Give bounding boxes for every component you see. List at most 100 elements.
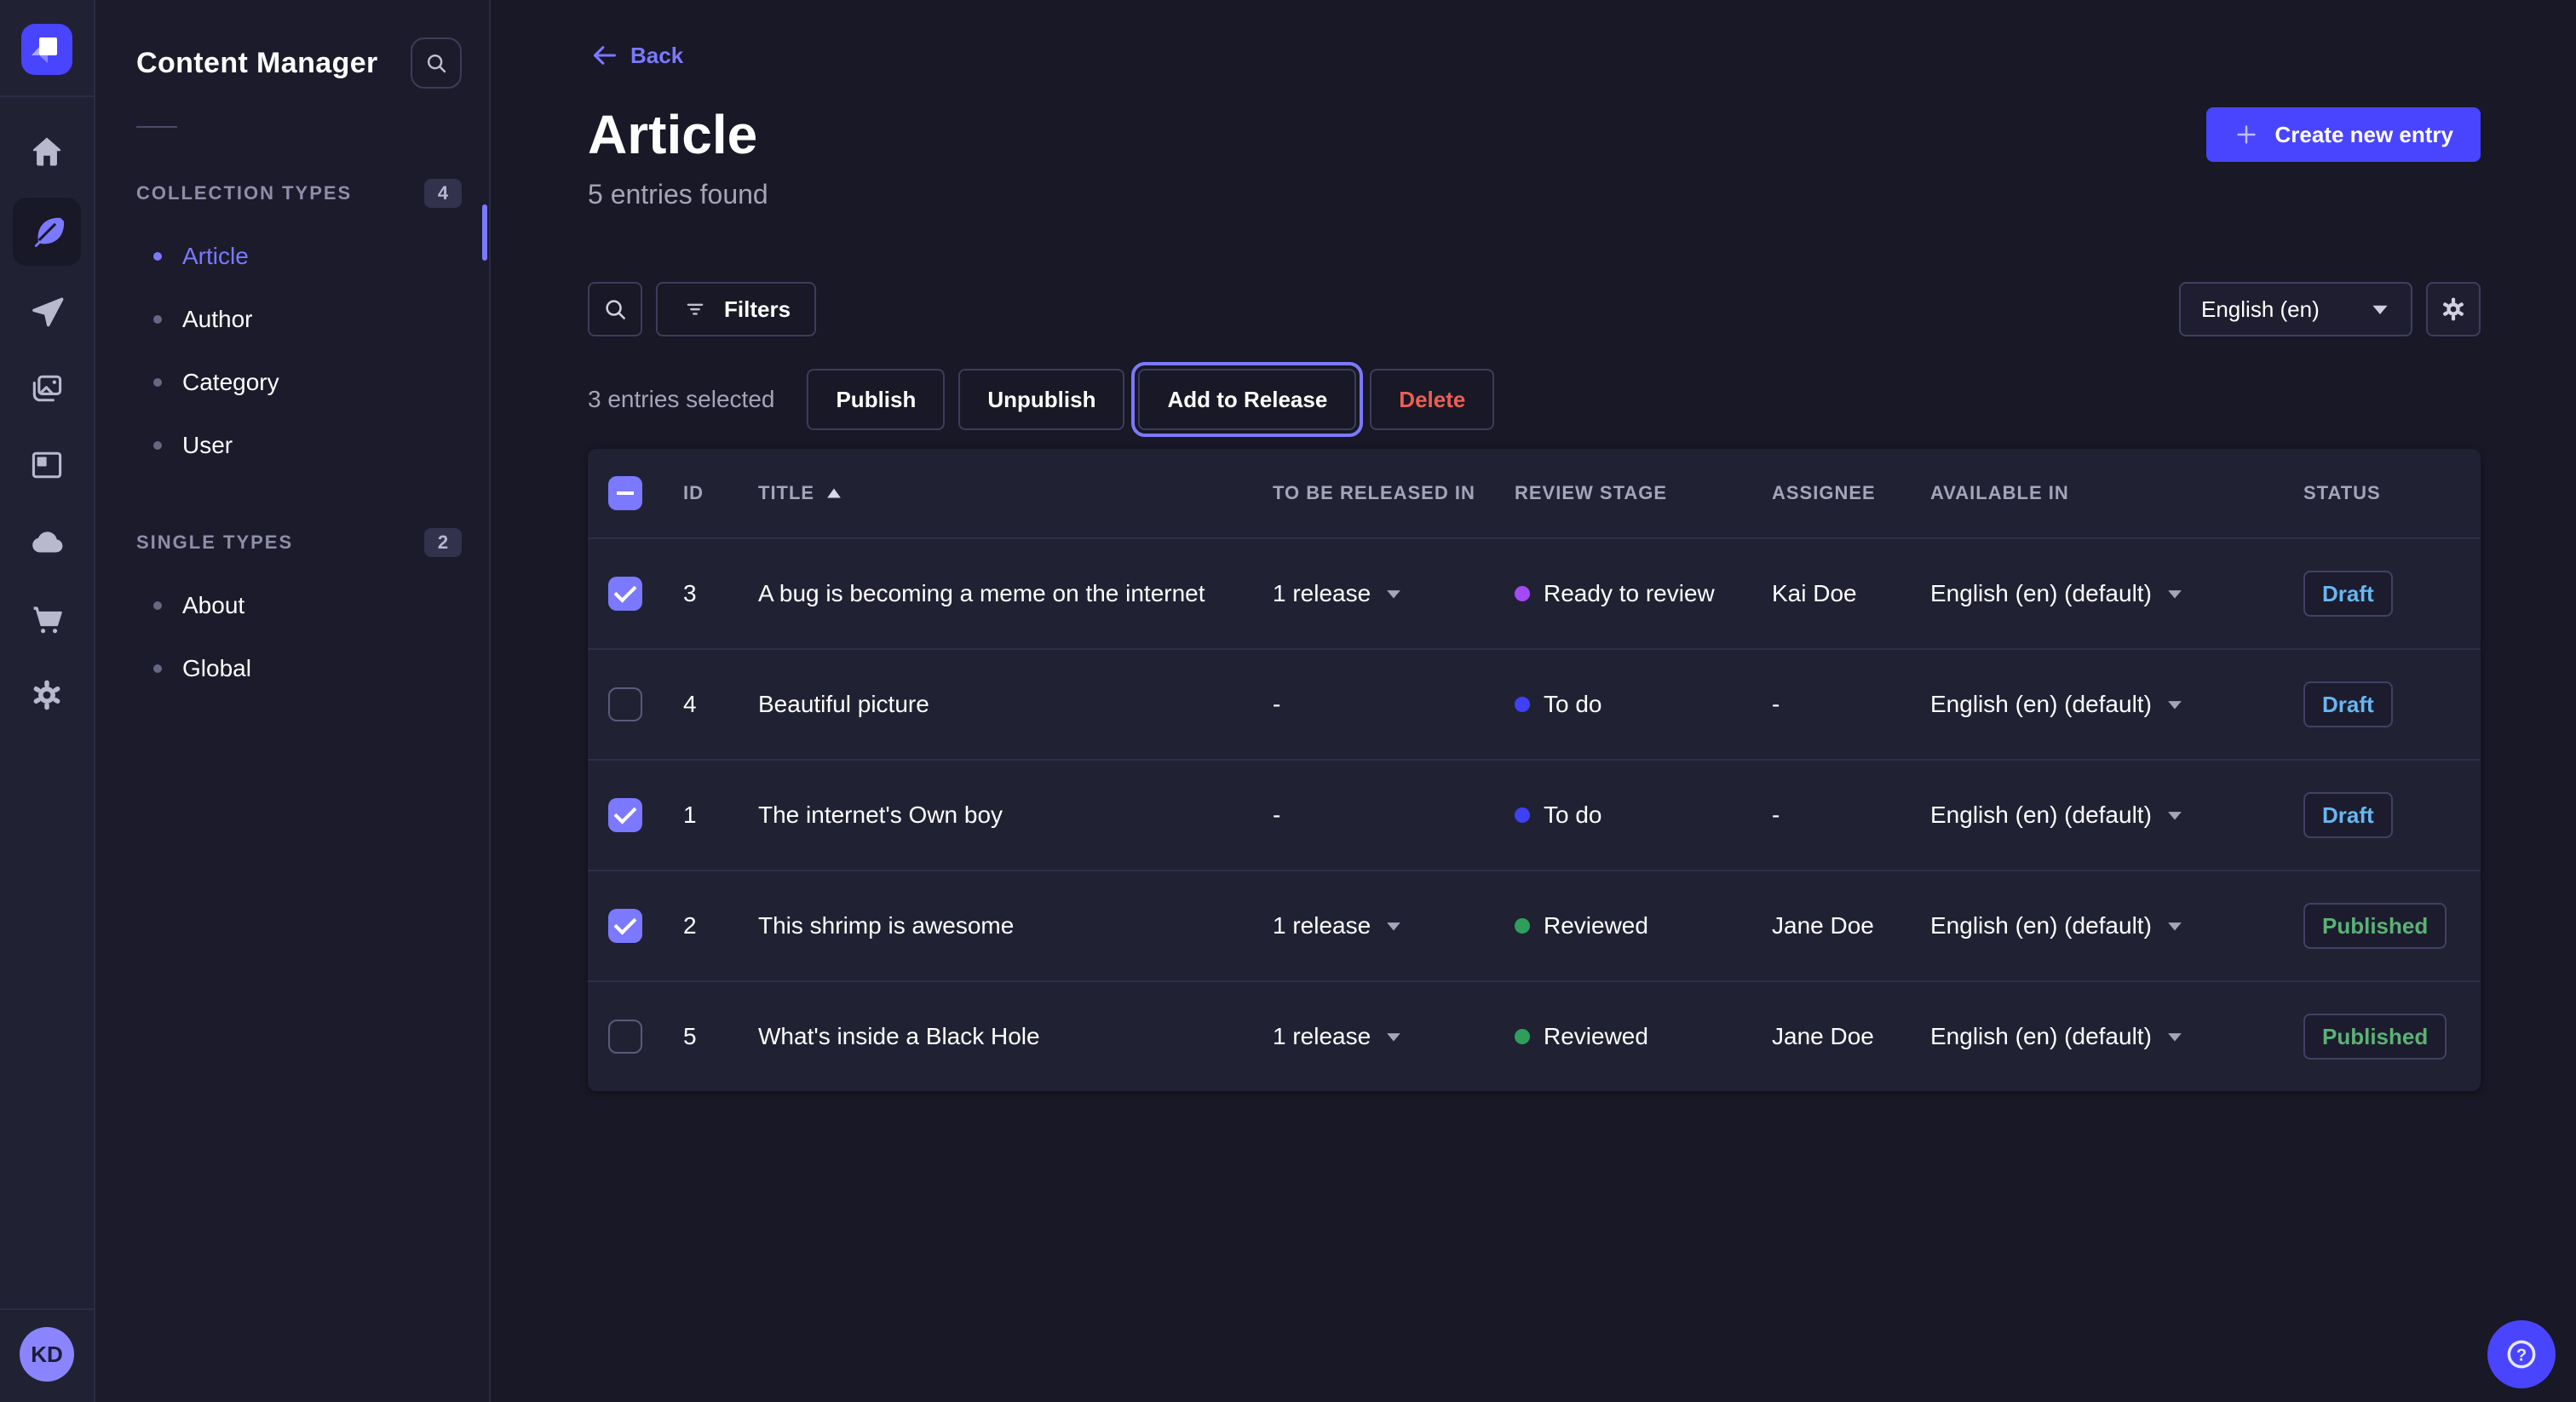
row-checkbox[interactable]	[608, 909, 642, 943]
status-badge: Published	[2303, 1014, 2447, 1060]
selection-count: 3 entries selected	[588, 386, 774, 413]
cell-review-stage: To do	[1515, 802, 1772, 829]
column-header-assignee: ASSIGNEE	[1772, 482, 1930, 504]
subnav-item[interactable]: Author	[136, 288, 462, 351]
back-link[interactable]: Back	[588, 41, 683, 70]
plus-icon	[2234, 122, 2259, 147]
cell-available-in[interactable]: English (en) (default)	[1930, 912, 2303, 939]
stage-dot	[1515, 1029, 1530, 1044]
subnav-divider	[136, 126, 177, 128]
content-manager-feather-icon[interactable]	[13, 198, 81, 266]
table-header-row: ID TITLE TO BE RELEASED IN REVIEW STAGE …	[588, 449, 2481, 537]
table-row[interactable]: 3 A bug is becoming a meme on the intern…	[588, 537, 2481, 648]
chevron-down-icon	[2370, 301, 2390, 318]
search-icon[interactable]	[588, 282, 642, 336]
cell-available-in[interactable]: English (en) (default)	[1930, 580, 2303, 607]
cell-id: 4	[683, 691, 758, 718]
cell-to-be-released-in[interactable]: 1 release	[1273, 912, 1515, 939]
status-badge: Draft	[2303, 681, 2393, 727]
chevron-down-icon	[2165, 697, 2184, 712]
cell-assignee: Kai Doe	[1772, 580, 1930, 607]
cell-to-be-released-in[interactable]: -	[1273, 802, 1515, 829]
status-badge: Draft	[2303, 792, 2393, 838]
cell-id: 2	[683, 912, 758, 939]
column-header-title[interactable]: TITLE	[758, 482, 1273, 504]
cell-available-in[interactable]: English (en) (default)	[1930, 691, 2303, 718]
cell-review-stage: Ready to review	[1515, 580, 1772, 607]
select-all-checkbox[interactable]	[608, 476, 642, 510]
cell-to-be-released-in[interactable]: 1 release	[1273, 580, 1515, 607]
subnav-item[interactable]: Article	[136, 225, 462, 288]
chevron-down-icon	[1384, 586, 1403, 601]
subnav-item[interactable]: Global	[136, 637, 462, 700]
media-library-icon[interactable]	[16, 358, 78, 419]
page-title: Article	[588, 104, 757, 165]
marketplace-cart-icon[interactable]	[16, 588, 78, 649]
svg-text:?: ?	[2516, 1346, 2527, 1365]
unpublish-button[interactable]: Unpublish	[958, 369, 1124, 430]
section-count-badge: 4	[424, 179, 462, 208]
cell-available-in[interactable]: English (en) (default)	[1930, 1023, 2303, 1050]
strapi-logo[interactable]	[21, 24, 72, 75]
row-checkbox[interactable]	[608, 798, 642, 832]
chevron-down-icon	[2165, 586, 2184, 601]
subnav-item[interactable]: Category	[136, 351, 462, 414]
row-checkbox[interactable]	[608, 687, 642, 721]
help-button[interactable]: ?	[2487, 1320, 2556, 1388]
settings-gear-icon[interactable]	[16, 664, 78, 726]
home-icon[interactable]	[16, 121, 78, 182]
releases-paper-plane-icon[interactable]	[16, 281, 78, 342]
publish-button[interactable]: Publish	[807, 369, 945, 430]
bullet-icon	[153, 441, 162, 450]
rail-divider	[0, 1308, 94, 1310]
search-icon[interactable]	[411, 37, 462, 89]
subnav-section: COLLECTION TYPES 4 Article Author Catego…	[136, 179, 462, 477]
main-content: Back Article Create new entry 5 entries …	[491, 0, 2576, 1402]
cell-to-be-released-in[interactable]: -	[1273, 691, 1515, 718]
column-header-status: STATUS	[2303, 482, 2453, 504]
bullet-icon	[153, 315, 162, 324]
cell-available-in[interactable]: English (en) (default)	[1930, 802, 2303, 829]
bullet-icon	[153, 601, 162, 610]
column-header-id[interactable]: ID	[683, 482, 758, 504]
cell-title: This shrimp is awesome	[758, 912, 1273, 939]
row-checkbox[interactable]	[608, 1020, 642, 1054]
chevron-down-icon	[1384, 1029, 1403, 1044]
filters-button[interactable]: Filters	[656, 282, 816, 336]
chevron-down-icon	[2165, 918, 2184, 934]
main-nav-rail: KD	[0, 0, 95, 1402]
table-row[interactable]: 2 This shrimp is awesome 1 release Revie…	[588, 870, 2481, 980]
cloud-icon[interactable]	[16, 511, 78, 572]
view-settings-gear-icon[interactable]	[2426, 282, 2481, 336]
subnav-sections: COLLECTION TYPES 4 Article Author Catego…	[136, 179, 462, 700]
subnav-scrollbar-thumb[interactable]	[482, 204, 487, 261]
cell-id: 3	[683, 580, 758, 607]
create-new-entry-button[interactable]: Create new entry	[2206, 107, 2481, 162]
table-row[interactable]: 4 Beautiful picture - To do - English (e…	[588, 648, 2481, 759]
column-header-available-in: AVAILABLE IN	[1930, 482, 2303, 504]
stage-dot	[1515, 586, 1530, 601]
subnav-item[interactable]: About	[136, 574, 462, 637]
add-to-release-button[interactable]: Add to Release	[1138, 369, 1356, 430]
column-header-released-in: TO BE RELEASED IN	[1273, 482, 1515, 504]
cell-assignee: -	[1772, 691, 1930, 718]
column-header-review-stage: REVIEW STAGE	[1515, 482, 1772, 504]
subnav-title: Content Manager	[136, 47, 378, 80]
cell-review-stage: Reviewed	[1515, 1023, 1772, 1050]
cell-to-be-released-in[interactable]: 1 release	[1273, 1023, 1515, 1050]
chevron-down-icon	[1384, 918, 1403, 934]
delete-button[interactable]: Delete	[1370, 369, 1494, 430]
table-row[interactable]: 5 What's inside a Black Hole 1 release R…	[588, 980, 2481, 1091]
subnav-item[interactable]: User	[136, 414, 462, 477]
list-toolbar: Filters English (en)	[588, 282, 2481, 336]
locale-select[interactable]: English (en)	[2179, 282, 2412, 336]
table-row[interactable]: 1 The internet's Own boy - To do - Engli…	[588, 759, 2481, 870]
app-window: KD Content Manager COLLECTION TYPES 4 Ar…	[0, 0, 2576, 1402]
cell-assignee: Jane Doe	[1772, 1023, 1930, 1050]
row-checkbox[interactable]	[608, 577, 642, 611]
cell-id: 5	[683, 1023, 758, 1050]
user-avatar[interactable]: KD	[20, 1327, 74, 1382]
section-count-badge: 2	[424, 528, 462, 557]
cell-title: What's inside a Black Hole	[758, 1023, 1273, 1050]
content-type-builder-icon[interactable]	[16, 434, 78, 496]
